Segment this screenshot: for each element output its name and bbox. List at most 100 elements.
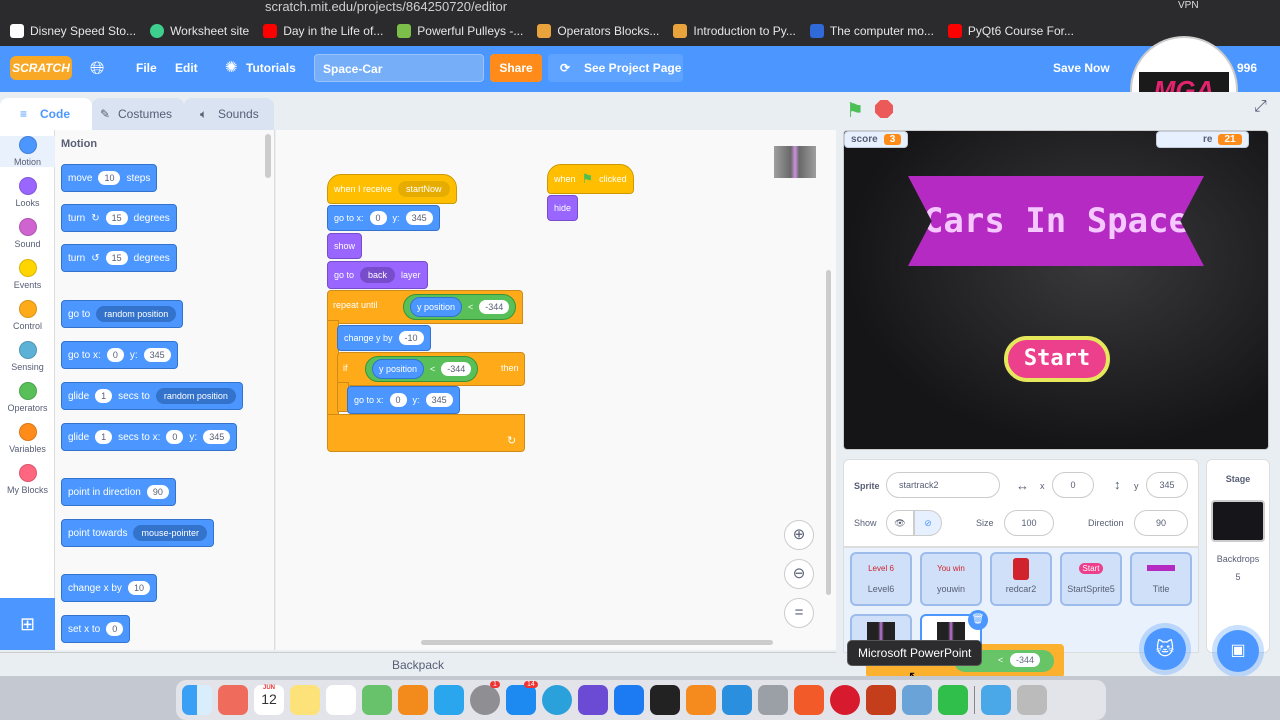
hide-visible-button[interactable]: ⊘: [914, 510, 942, 536]
less-than-operator[interactable]: y position < -344: [365, 356, 479, 382]
go-to-xy-block[interactable]: go to x: 0 y: 345: [347, 386, 460, 414]
account-menu[interactable]: 996: [1237, 61, 1257, 75]
globe-icon[interactable]: 🌐︎: [90, 58, 104, 79]
calendar-icon[interactable]: JUN 12: [254, 685, 284, 715]
category-my-blocks[interactable]: My Blocks: [0, 464, 55, 495]
backpack[interactable]: Backpack: [0, 652, 836, 676]
go-to-xy-block[interactable]: go to x: 0 y: 345: [61, 341, 178, 369]
when-flag-clicked-block[interactable]: when ⚑ clicked: [547, 164, 634, 194]
category-sensing[interactable]: Sensing: [0, 341, 55, 372]
maps-icon[interactable]: [362, 685, 392, 715]
category-sound[interactable]: Sound: [0, 218, 55, 249]
when-i-receive-block[interactable]: when I receive startNow: [327, 174, 457, 204]
move-steps-block[interactable]: move 10 steps: [61, 164, 158, 192]
numbers-icon[interactable]: [938, 685, 968, 715]
opera-icon[interactable]: [830, 685, 860, 715]
add-extension-button[interactable]: ⊞: [0, 598, 55, 650]
tab-code[interactable]: ≡ Code: [0, 98, 92, 130]
preview-icon[interactable]: [902, 685, 932, 715]
add-sprite-button[interactable]: 🐱︎: [1144, 628, 1186, 670]
vertical-scrollbar[interactable]: [826, 270, 831, 595]
green-flag-icon[interactable]: ⚑: [846, 98, 864, 123]
bookmark[interactable]: Powerful Pulleys -...: [397, 24, 523, 38]
system-preferences-icon[interactable]: 1: [470, 681, 500, 715]
notes-icon[interactable]: [290, 685, 320, 715]
brave-icon[interactable]: [794, 685, 824, 715]
point-direction-block[interactable]: point in direction 90: [61, 478, 176, 506]
category-variables[interactable]: Variables: [0, 423, 55, 454]
glide-xy-block[interactable]: glide 1 secs to x: 0 y: 345: [61, 423, 238, 451]
stage-selector[interactable]: Stage Backdrops 5 ▣: [1206, 459, 1270, 672]
category-events[interactable]: Events: [0, 259, 55, 290]
y-input[interactable]: 345: [1146, 472, 1188, 498]
books-icon[interactable]: [398, 685, 428, 715]
sprite-tile-level6[interactable]: Level 6 Level6: [850, 552, 912, 606]
go-to-block[interactable]: go to random position: [61, 300, 184, 328]
share-button[interactable]: Share: [490, 54, 542, 82]
hide-block[interactable]: hide: [547, 195, 579, 221]
tab-sounds[interactable]: 🔈︎ Sounds: [184, 98, 274, 130]
show-block[interactable]: show: [327, 233, 363, 259]
change-y-block[interactable]: change y by -10: [337, 325, 431, 351]
zoom-in-button[interactable]: ⊕: [784, 520, 814, 550]
vpn-badge[interactable]: VPN: [1178, 0, 1199, 11]
go-to-xy-block[interactable]: go to x: 0 y: 345: [327, 205, 440, 231]
turn-right-block[interactable]: turn ↻ 15 degrees: [61, 204, 177, 232]
add-backdrop-button[interactable]: ▣: [1217, 630, 1259, 672]
stop-icon[interactable]: [875, 100, 893, 118]
bookmark[interactable]: Introduction to Py...: [673, 24, 796, 38]
horizontal-scrollbar[interactable]: [421, 640, 773, 645]
file-menu[interactable]: File: [136, 61, 157, 75]
downloads-folder-icon[interactable]: [981, 685, 1011, 715]
stage-canvas[interactable]: score 3 re 21 Cars In Space Start: [843, 130, 1269, 450]
reminders-icon[interactable]: [326, 685, 356, 715]
sublime-icon[interactable]: [686, 685, 716, 715]
sprite-tile-redcar2[interactable]: redcar2: [990, 552, 1052, 606]
sprite-tile-startsprite5[interactable]: Start StartSprite5: [1060, 552, 1122, 606]
glide-to-block[interactable]: glide 1 secs to random position: [61, 382, 243, 410]
scratch-logo[interactable]: SCRATCH: [10, 56, 72, 80]
see-project-page-button[interactable]: ⟳ See Project Page: [548, 54, 683, 82]
app-store-icon[interactable]: 14: [506, 681, 538, 715]
save-now-button[interactable]: Save Now: [1053, 61, 1110, 75]
start-sprite-button[interactable]: Start: [1004, 336, 1110, 382]
category-motion[interactable]: Motion: [0, 136, 55, 167]
imovie-icon[interactable]: [578, 685, 608, 715]
category-operators[interactable]: Operators: [0, 382, 55, 413]
stage-thumbnail[interactable]: [1211, 500, 1265, 542]
sprite-tile-title[interactable]: Title: [1130, 552, 1192, 606]
fullscreen-icon[interactable]: ⤢: [1254, 98, 1267, 116]
trash-icon[interactable]: [1017, 685, 1047, 715]
change-x-block[interactable]: change x by 10: [61, 574, 157, 602]
x-input[interactable]: 0: [1052, 472, 1094, 498]
bookmark[interactable]: The computer mo...: [809, 24, 934, 38]
delete-sprite-icon[interactable]: 🗑︎: [968, 610, 988, 630]
finder-icon[interactable]: [182, 685, 212, 715]
tab-costumes[interactable]: ✎ Costumes: [92, 98, 184, 130]
vscode-icon[interactable]: [722, 685, 752, 715]
direction-input[interactable]: 90: [1134, 510, 1188, 536]
size-input[interactable]: 100: [1004, 510, 1054, 536]
keynote-icon[interactable]: [614, 685, 644, 715]
show-visible-button[interactable]: 👁︎: [886, 510, 914, 536]
pages-icon[interactable]: [434, 685, 464, 715]
category-control[interactable]: Control: [0, 300, 55, 331]
point-towards-block[interactable]: point towards mouse-pointer: [61, 519, 215, 547]
bookmark[interactable]: Day in the Life of...: [263, 24, 383, 38]
less-than-operator[interactable]: y position < -344: [403, 294, 517, 320]
go-to-layer-block[interactable]: go to back layer: [327, 261, 428, 289]
sprite-name-input[interactable]: startrack2: [886, 472, 1000, 498]
palette-scrollbar[interactable]: [265, 134, 271, 178]
category-looks[interactable]: Looks: [0, 177, 55, 208]
telegram-icon[interactable]: [542, 685, 572, 715]
code-workspace[interactable]: when I receive startNow go to x: 0 y: 345 sh…: [276, 130, 836, 650]
bookmark[interactable]: Disney Speed Sto...: [10, 24, 136, 38]
powerpoint-icon[interactable]: [866, 685, 896, 715]
zoom-reset-button[interactable]: =: [784, 598, 814, 628]
bookmark[interactable]: Operators Blocks...: [537, 24, 659, 38]
settings-icon[interactable]: [758, 685, 788, 715]
terminal-icon[interactable]: [650, 685, 680, 715]
set-x-block[interactable]: set x to 0: [61, 615, 131, 643]
address-bar[interactable]: scratch.mit.edu/projects/864250720/edito…: [265, 0, 507, 14]
zoom-out-button[interactable]: ⊖: [784, 559, 814, 589]
